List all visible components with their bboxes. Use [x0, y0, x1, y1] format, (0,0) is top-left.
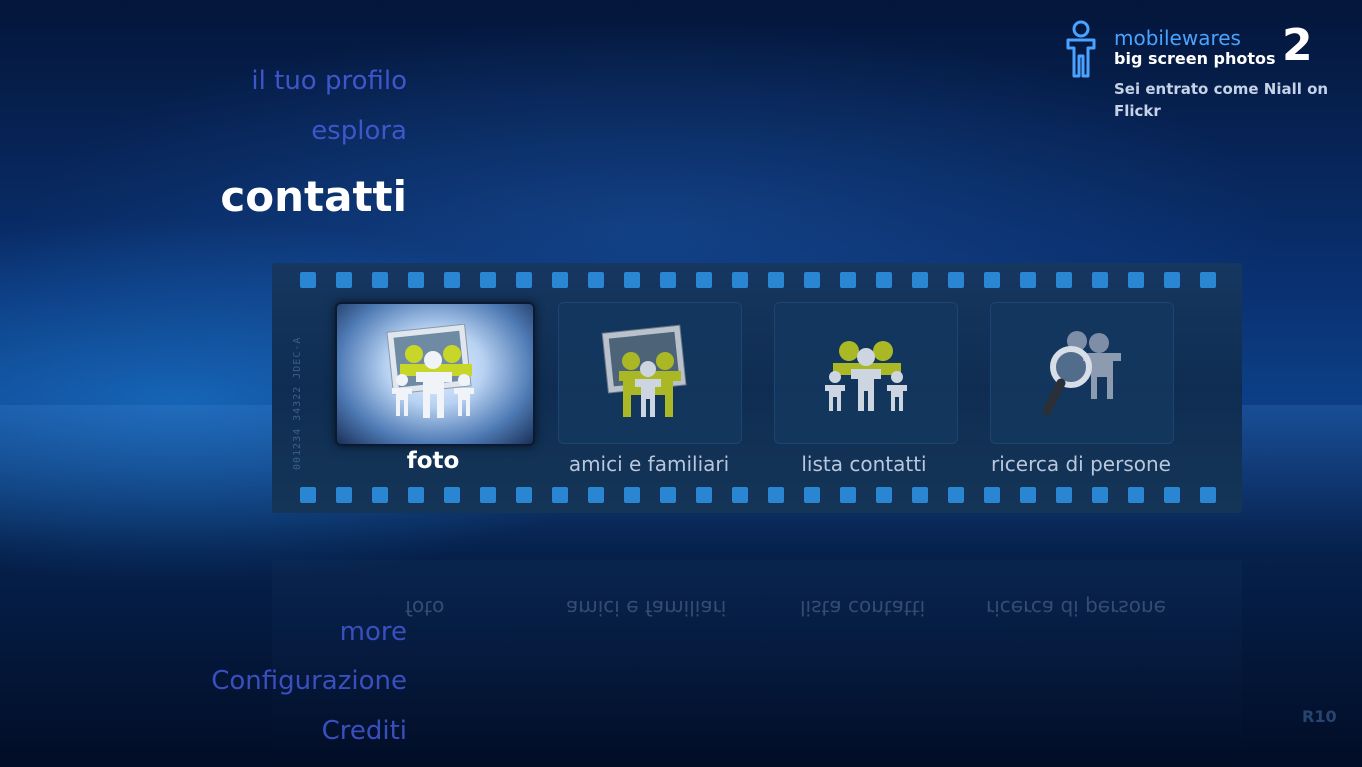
film-perforation	[552, 272, 568, 288]
nav-more[interactable]: more	[340, 617, 407, 647]
film-perforation	[624, 487, 640, 503]
film-perforation	[876, 272, 892, 288]
film-perforation	[948, 272, 964, 288]
film-perforation	[372, 487, 388, 503]
tile-foto[interactable]	[335, 302, 535, 446]
film-perforation	[516, 272, 532, 288]
reflection-label-ricerca: ricerca di persone	[986, 596, 1166, 620]
film-perforation	[408, 487, 424, 503]
film-perforation	[804, 272, 820, 288]
nav-contacts[interactable]: contatti	[220, 172, 407, 221]
film-perforation	[660, 272, 676, 288]
film-perforation	[336, 272, 352, 288]
film-perforation	[552, 487, 568, 503]
revision-label: R10	[1302, 707, 1337, 726]
nav-configurazione[interactable]: Configurazione	[211, 666, 407, 696]
brand-version-number: 2	[1282, 20, 1313, 71]
tile-ricerca-di-persone[interactable]	[990, 302, 1174, 444]
people-photos-icon	[386, 324, 474, 418]
people-search-icon	[1042, 331, 1121, 416]
contacts-list-icon	[825, 341, 907, 411]
film-perforation	[1128, 272, 1144, 288]
reflection-label-foto: foto	[405, 596, 445, 620]
brand-product: big screen photos	[1114, 49, 1276, 68]
tile-amici-e-familiari[interactable]	[558, 302, 742, 444]
nav-explore[interactable]: esplora	[311, 116, 407, 146]
nav-profile[interactable]: il tuo profilo	[251, 66, 407, 96]
film-perforation	[1056, 272, 1072, 288]
film-perforation	[1164, 487, 1180, 503]
brand-name: mobilewares	[1114, 26, 1241, 50]
tile-lista-contatti[interactable]	[774, 302, 958, 444]
reflection-label-lista: lista contatti	[800, 596, 926, 620]
film-perforation	[1200, 487, 1216, 503]
film-perforation	[444, 487, 460, 503]
film-perforation	[516, 487, 532, 503]
film-perforation	[1164, 272, 1180, 288]
film-perforation	[1056, 487, 1072, 503]
tile-label-foto: foto	[406, 448, 460, 474]
tile-label-ricerca: ricerca di persone	[991, 452, 1171, 476]
film-perforation	[480, 487, 496, 503]
film-perforation	[732, 487, 748, 503]
film-perforation	[444, 272, 460, 288]
film-perforation	[1200, 272, 1216, 288]
film-perforation	[804, 487, 820, 503]
film-perforation	[336, 487, 352, 503]
film-perforation	[984, 272, 1000, 288]
film-edge-code: 001234 34322 JDEC-A	[292, 336, 303, 470]
login-status: Sei entrato come Niall on Flickr	[1114, 80, 1329, 120]
film-perforation	[408, 272, 424, 288]
friends-family-icon	[601, 324, 687, 417]
film-perforation	[912, 272, 928, 288]
film-perforation	[876, 487, 892, 503]
film-perforation	[1020, 272, 1036, 288]
film-perforation	[372, 272, 388, 288]
film-perforation	[660, 487, 676, 503]
nav-crediti[interactable]: Crediti	[322, 716, 407, 746]
film-perforation	[696, 487, 712, 503]
film-perforation	[984, 487, 1000, 503]
tile-label-lista: lista contatti	[801, 452, 927, 476]
film-perforation	[1128, 487, 1144, 503]
film-perforation	[1092, 272, 1108, 288]
film-perforation	[768, 272, 784, 288]
film-perforation	[588, 272, 604, 288]
person-icon	[1066, 20, 1096, 78]
film-perforation	[300, 487, 316, 503]
film-perforation	[732, 272, 748, 288]
film-perforation	[840, 272, 856, 288]
film-perforation	[840, 487, 856, 503]
film-perforation	[624, 272, 640, 288]
film-strip-reflection	[272, 560, 1242, 760]
film-perforation	[948, 487, 964, 503]
film-perforation	[480, 272, 496, 288]
film-perforation	[1092, 487, 1108, 503]
film-perforation	[1020, 487, 1036, 503]
film-perforation	[696, 272, 712, 288]
tile-label-amici: amici e familiari	[568, 452, 730, 476]
brand-block: mobilewares big screen photos 2 Sei entr…	[1064, 20, 1354, 130]
reflection-label-amici: amici e familiari	[566, 596, 727, 620]
film-perforation	[588, 487, 604, 503]
film-perforation	[768, 487, 784, 503]
film-perforation	[912, 487, 928, 503]
